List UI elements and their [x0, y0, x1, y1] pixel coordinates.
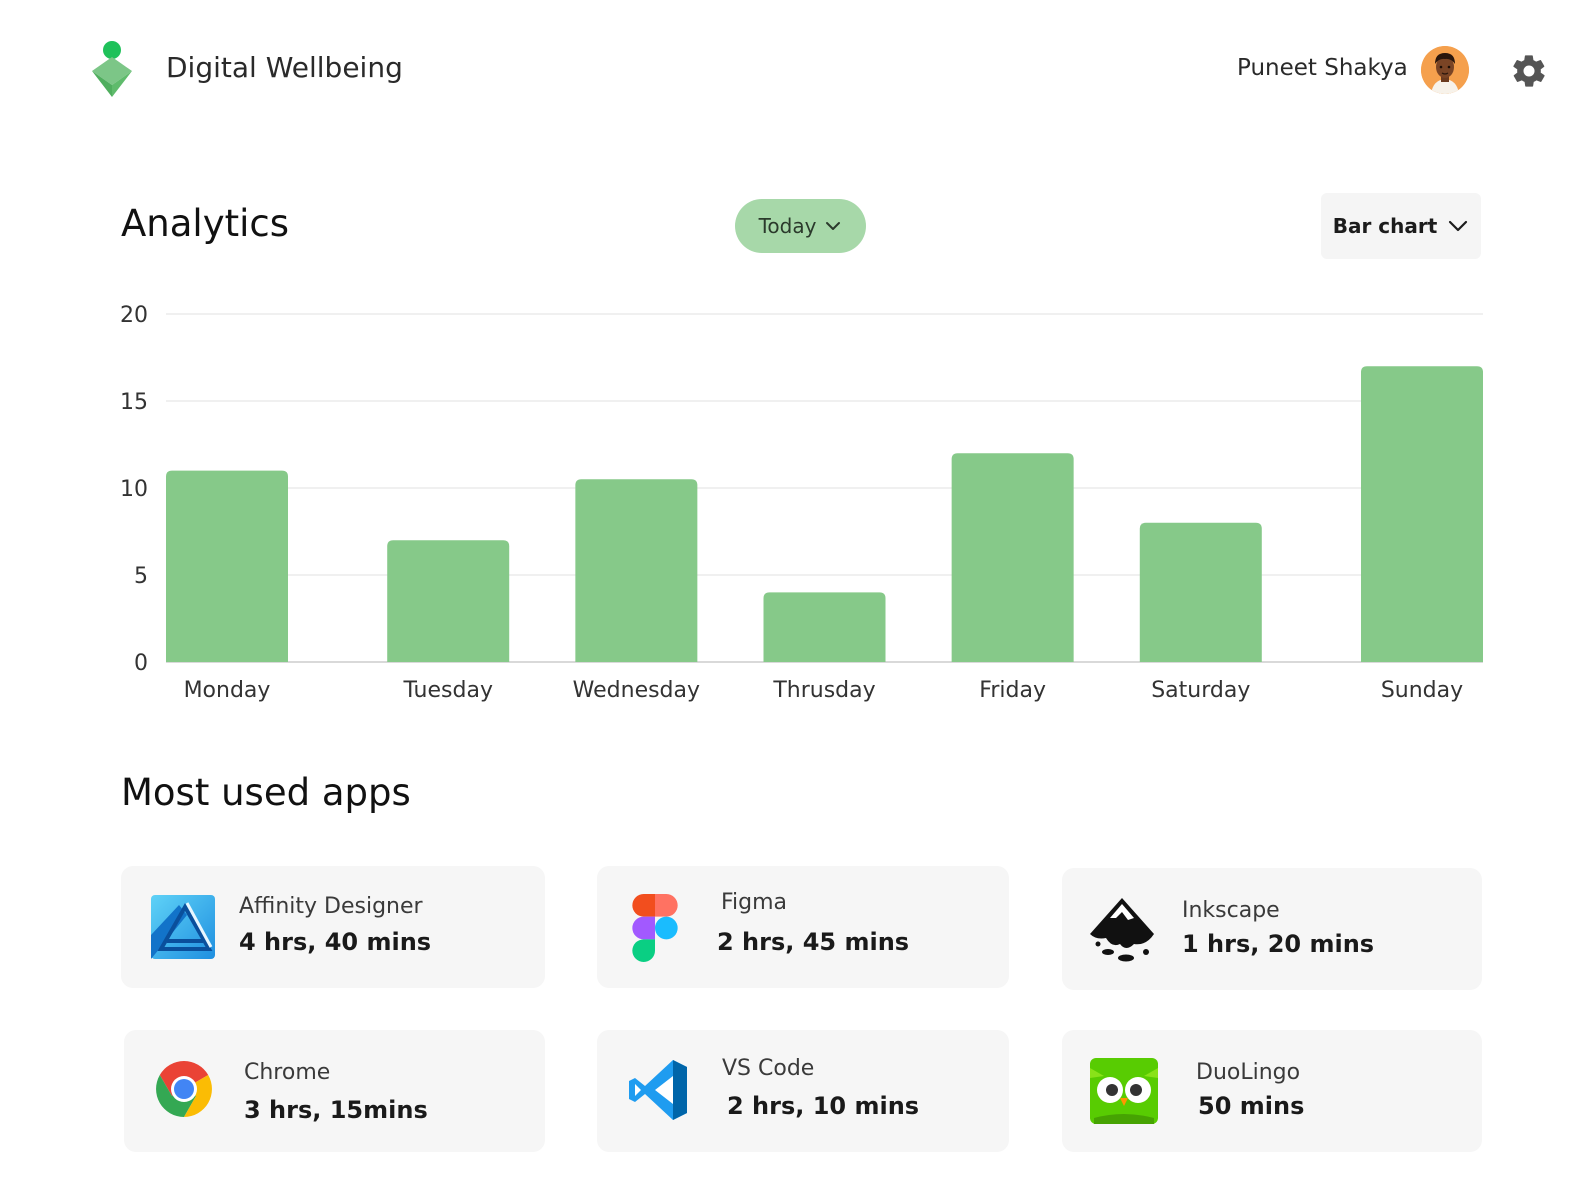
chart-type-dropdown-button[interactable]: Bar chart [1321, 193, 1481, 259]
app-title: Digital Wellbeing [166, 51, 403, 84]
user-avatar-icon [1421, 46, 1469, 94]
bar [575, 479, 698, 662]
x-tick-label: Sunday [1381, 678, 1463, 703]
app-card-chrome[interactable]: Chrome 3 hrs, 15mins [124, 1030, 545, 1152]
figma-icon [632, 894, 678, 962]
y-tick-label: 5 [134, 564, 148, 589]
app-name: Inkscape [1182, 898, 1280, 923]
bar [166, 470, 288, 662]
app-usage-time: 2 hrs, 45 mins [717, 928, 910, 956]
user-name: Puneet Shakya [1237, 55, 1408, 81]
avatar[interactable] [1421, 46, 1469, 94]
y-tick-label: 10 [120, 477, 148, 502]
app-name: Chrome [244, 1060, 331, 1085]
app-name: Figma [721, 890, 788, 915]
chevron-down-icon [826, 222, 841, 230]
digital-wellbeing-page: Digital Wellbeing Puneet Shakya Analytic… [0, 0, 1594, 1195]
app-card-inkscape[interactable]: Inkscape 1 hrs, 20 mins [1062, 868, 1482, 990]
settings-gear-icon[interactable] [1510, 52, 1548, 90]
app-name: Affinity Designer [239, 894, 423, 919]
chart-type-label: Bar chart [1332, 214, 1438, 238]
chevron-down-icon [1449, 220, 1468, 232]
analytics-title: Analytics [121, 202, 290, 245]
app-card-duolingo[interactable]: DuoLingo 50 mins [1062, 1030, 1482, 1152]
x-tick-label: Wednesday [573, 678, 700, 703]
app-usage-time: 2 hrs, 10 mins [727, 1092, 920, 1120]
period-dropdown-button[interactable]: Today [735, 199, 866, 253]
y-tick-label: 20 [120, 303, 148, 328]
y-tick-label: 0 [134, 651, 148, 676]
app-usage-time: 3 hrs, 15mins [244, 1096, 428, 1124]
bar [1361, 366, 1483, 662]
bar [387, 540, 510, 662]
x-tick-label: Tuesday [402, 678, 493, 703]
digital-wellbeing-logo-icon [92, 41, 132, 97]
most-used-apps-title: Most used apps [121, 771, 411, 814]
bar [951, 453, 1074, 662]
x-tick-label: Friday [979, 678, 1046, 703]
period-label: Today [758, 214, 817, 238]
vscode-icon [629, 1060, 687, 1120]
app-usage-time: 1 hrs, 20 mins [1182, 930, 1375, 958]
app-name: DuoLingo [1196, 1060, 1301, 1085]
x-tick-label: Saturday [1151, 678, 1250, 703]
x-tick-label: Thrusday [772, 678, 875, 703]
usage-bar-chart: 0 5 10 15 20 Monday Tuesday Wednesday Thrusday Fr… [120, 303, 1483, 703]
x-tick-label: Monday [184, 678, 271, 703]
bar [1139, 522, 1262, 662]
y-tick-label: 15 [120, 390, 148, 415]
app-name: VS Code [722, 1056, 815, 1081]
app-usage-time: 50 mins [1198, 1092, 1305, 1120]
bar [763, 592, 886, 662]
inkscape-icon [1090, 898, 1154, 962]
duolingo-icon [1090, 1058, 1158, 1124]
chrome-icon [156, 1061, 212, 1117]
app-card-vs-code[interactable]: VS Code 2 hrs, 10 mins [597, 1030, 1009, 1152]
app-card-affinity-designer[interactable]: Affinity Designer 4 hrs, 40 mins [121, 866, 545, 988]
affinity-designer-icon [151, 895, 215, 959]
app-usage-time: 4 hrs, 40 mins [239, 928, 432, 956]
app-card-figma[interactable]: Figma 2 hrs, 45 mins [597, 866, 1009, 988]
